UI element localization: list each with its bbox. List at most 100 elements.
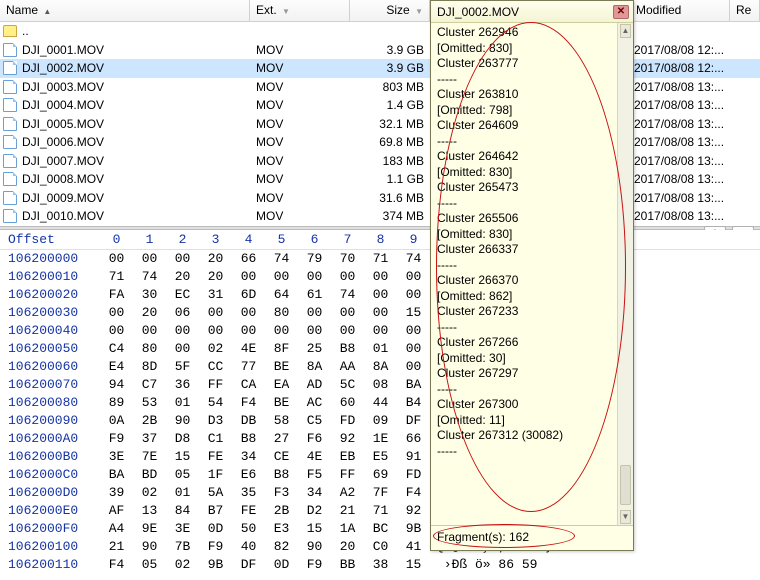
file-row[interactable]: DJI_0005.MOVMOV32.1 MB2017/08/08 13:... xyxy=(0,115,760,134)
hex-byte[interactable]: 00 xyxy=(331,322,364,340)
hex-byte[interactable]: AA xyxy=(331,358,364,376)
hex-row[interactable]: 106200020FA30EC316D64617400000ì1mdat xyxy=(0,286,760,304)
hex-byte[interactable]: DF xyxy=(232,556,265,574)
hex-byte[interactable]: 00 xyxy=(364,286,397,304)
hex-byte[interactable]: F6 xyxy=(298,430,331,448)
hex-byte[interactable]: 00 xyxy=(298,304,331,322)
hex-byte[interactable]: 64 xyxy=(265,286,298,304)
hex-byte[interactable]: 69 xyxy=(364,466,397,484)
hex-byte[interactable]: 79 xyxy=(298,250,331,268)
hex-byte[interactable]: 35 xyxy=(232,484,265,502)
hex-byte[interactable]: 8A xyxy=(298,358,331,376)
hex-byte[interactable]: E5 xyxy=(364,448,397,466)
hex-row[interactable]: 1062000E0AF1384B7FE2BD2217192‚ÿ¹+Ò`q'rxð… xyxy=(0,502,760,520)
col-header-size[interactable]: Size ▼ xyxy=(350,0,430,21)
hex-byte[interactable]: C1 xyxy=(199,430,232,448)
hex-byte[interactable]: 1F xyxy=(199,466,232,484)
hex-byte[interactable]: 34 xyxy=(298,484,331,502)
hex-byte[interactable]: B8 xyxy=(232,430,265,448)
hex-byte[interactable]: 90 xyxy=(133,538,166,556)
hex-byte[interactable]: 0D xyxy=(199,520,232,538)
file-row[interactable]: DJI_0003.MOVMOV803 MB2017/08/08 13:... xyxy=(0,78,760,97)
tooltip-body[interactable]: Cluster 262946[Omitted: 830]Cluster 2637… xyxy=(431,23,633,525)
hex-byte[interactable]: 3E xyxy=(100,448,133,466)
hex-byte[interactable]: 74 xyxy=(331,286,364,304)
tooltip-scrollbar[interactable]: ▲ ▼ xyxy=(617,23,633,525)
hex-row[interactable]: 10620003000200600008000000015 €™Ï ù ™Ï xyxy=(0,304,760,322)
hex-row[interactable]: 106200060E48D5FCC77BE8AAA8A00 _Ìw¾Šªš Ì°… xyxy=(0,358,760,376)
hex-byte[interactable]: B8 xyxy=(265,466,298,484)
hex-byte[interactable]: 34 xyxy=(232,448,265,466)
hex-byte[interactable]: 7F xyxy=(364,484,397,502)
hex-byte[interactable]: 53 xyxy=(133,394,166,412)
hex-byte[interactable]: 4E xyxy=(232,340,265,358)
hex-byte[interactable]: CA xyxy=(232,376,265,394)
hex-byte[interactable]: 01 xyxy=(166,394,199,412)
hex-byte[interactable]: BE xyxy=(265,358,298,376)
hex-byte[interactable]: 25 xyxy=(298,340,331,358)
hex-byte[interactable]: 00 xyxy=(166,340,199,358)
hex-byte[interactable]: 7B xyxy=(166,538,199,556)
hex-byte[interactable]: 92 xyxy=(331,430,364,448)
hex-byte[interactable]: 02 xyxy=(166,556,199,574)
hex-byte[interactable]: 00 xyxy=(331,268,364,286)
hex-byte[interactable]: 90 xyxy=(298,538,331,556)
hex-byte[interactable]: 77 xyxy=(232,358,265,376)
hex-byte[interactable]: 74 xyxy=(133,268,166,286)
hex-byte[interactable]: BA xyxy=(100,466,133,484)
scroll-up-icon[interactable]: ▲ xyxy=(620,24,631,38)
hex-byte[interactable]: 09 xyxy=(364,412,397,430)
hex-byte[interactable]: BD xyxy=(133,466,166,484)
hex-byte[interactable]: BE xyxy=(265,394,298,412)
hex-byte[interactable]: FF xyxy=(331,466,364,484)
file-list[interactable]: ..DJI_0001.MOVMOV3.9 GB2017/08/08 12:...… xyxy=(0,22,760,226)
hex-byte[interactable]: 8A xyxy=(364,358,397,376)
hex-byte[interactable]: 13 xyxy=(133,502,166,520)
hex-byte[interactable]: 71 xyxy=(100,268,133,286)
hex-byte[interactable]: 94 xyxy=(100,376,133,394)
hex-byte[interactable]: 3E xyxy=(166,520,199,538)
hex-row[interactable]: 1062000900A2B90D3DB58C5FD09DF+ ÓÛXÅý ß\m… xyxy=(0,412,760,430)
hex-byte[interactable]: 02 xyxy=(199,340,232,358)
hex-byte[interactable]: 38 xyxy=(364,556,397,574)
hex-byte[interactable]: C7 xyxy=(133,376,166,394)
hex-row[interactable]: 1062000C0BABD051FE6B8F5FF69FD½ æµõÿÔÂCm†… xyxy=(0,466,760,484)
hex-byte[interactable]: 54 xyxy=(199,394,232,412)
col-header-ext[interactable]: Ext. ▼ xyxy=(250,0,350,21)
hex-byte[interactable]: EC xyxy=(166,286,199,304)
hex-byte[interactable]: 41 xyxy=(397,538,430,556)
file-row[interactable]: DJI_0009.MOVMOV31.6 MB2017/08/08 13:... xyxy=(0,189,760,208)
hex-byte[interactable]: 20 xyxy=(166,268,199,286)
hex-byte[interactable]: 00 xyxy=(265,268,298,286)
hex-byte[interactable]: F4 xyxy=(100,556,133,574)
hex-byte[interactable]: 15 xyxy=(166,448,199,466)
hex-byte[interactable]: F3 xyxy=(265,484,298,502)
hex-byte[interactable]: 00 xyxy=(364,304,397,322)
hex-byte[interactable]: 9E xyxy=(133,520,166,538)
hex-byte[interactable]: B7 xyxy=(199,502,232,520)
hex-byte[interactable]: 00 xyxy=(199,304,232,322)
hex-byte[interactable]: 37 xyxy=(133,430,166,448)
hex-byte[interactable]: 1E xyxy=(364,430,397,448)
hex-byte[interactable]: 6D xyxy=(232,286,265,304)
hex-byte[interactable]: FD xyxy=(331,412,364,430)
hex-byte[interactable]: 27 xyxy=(265,430,298,448)
hex-byte[interactable]: B4 xyxy=(397,394,430,412)
hex-row[interactable]: 10620008089530154F4BEAC6044B4S EôÛ¬`D´è™… xyxy=(0,394,760,412)
hex-byte[interactable]: FA xyxy=(100,286,133,304)
hex-byte[interactable]: AF xyxy=(100,502,133,520)
hex-byte[interactable]: 15 xyxy=(397,556,430,574)
col-header-modified[interactable]: Modified xyxy=(630,0,730,21)
hex-byte[interactable]: F9 xyxy=(199,538,232,556)
hex-byte[interactable]: BC xyxy=(364,520,397,538)
hex-byte[interactable]: BA xyxy=(397,376,430,394)
hex-byte[interactable]: EB xyxy=(331,448,364,466)
hex-byte[interactable]: 00 xyxy=(298,268,331,286)
hex-byte[interactable]: FE xyxy=(199,448,232,466)
hex-byte[interactable]: 5A xyxy=(199,484,232,502)
col-header-re[interactable]: Re xyxy=(730,0,760,21)
scroll-down-icon[interactable]: ▼ xyxy=(620,510,631,524)
hex-byte[interactable]: 08 xyxy=(364,376,397,394)
hex-byte[interactable]: 4E xyxy=(298,448,331,466)
hex-byte[interactable]: A4 xyxy=(100,520,133,538)
